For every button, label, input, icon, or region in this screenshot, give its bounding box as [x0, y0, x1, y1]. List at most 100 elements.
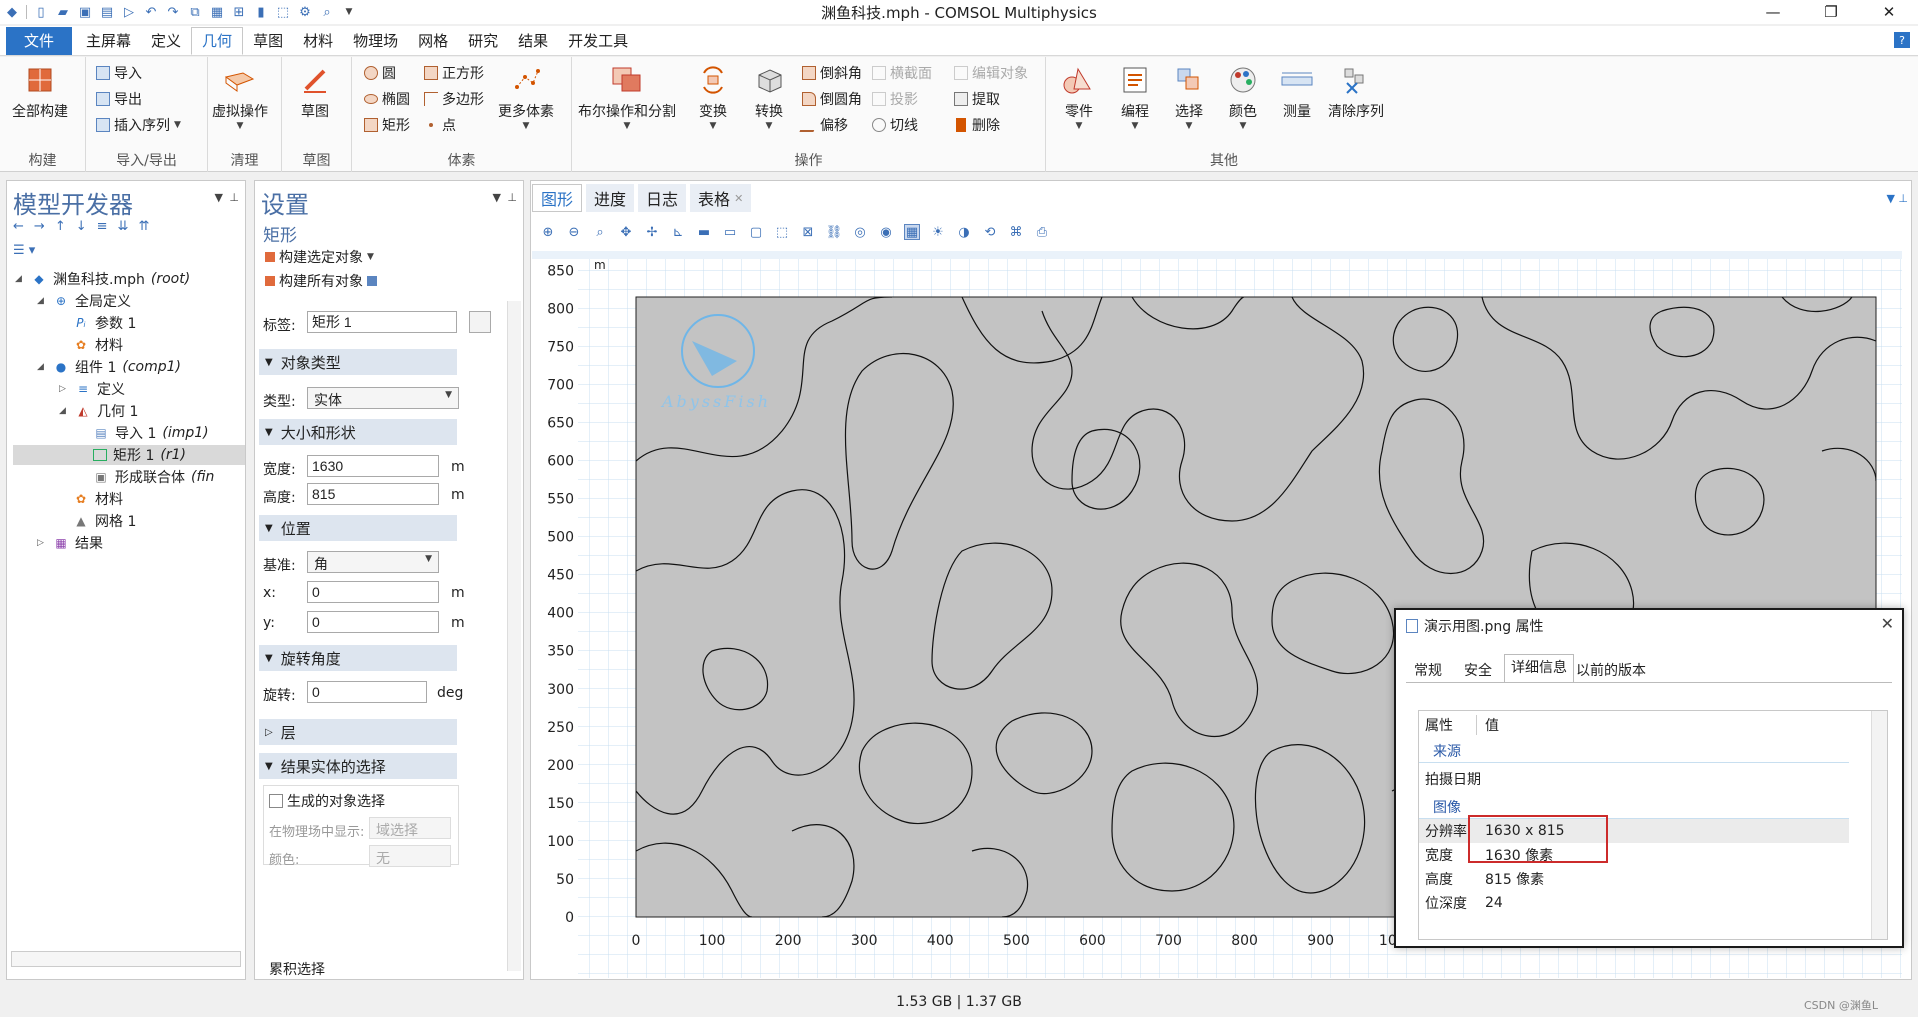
view-icon[interactable]: ▬ — [696, 224, 712, 240]
tab-table[interactable]: 表格 ✕ — [690, 184, 752, 212]
extract-button[interactable]: 提取 — [954, 89, 1000, 109]
copy-icon[interactable]: ⧉ — [187, 4, 203, 20]
offset-button[interactable]: 偏移 — [799, 115, 848, 135]
zoom-in-icon[interactable]: ⊕ — [540, 224, 556, 240]
tree-item-root[interactable]: ◢ ◆ 渊鱼科技.mph (root) — [15, 269, 190, 289]
base-select[interactable]: 角 ▼ — [307, 551, 439, 573]
section-object-type[interactable]: ▼ 对象类型 — [259, 349, 457, 375]
horizontal-scrollbar[interactable] — [11, 951, 241, 967]
import-button[interactable]: 导入 — [96, 63, 142, 83]
select-box-icon[interactable]: ⬚ — [774, 224, 790, 240]
transforms-button[interactable]: 变换 ▼ — [696, 63, 730, 131]
vertical-scrollbar[interactable] — [507, 301, 521, 971]
ellipse-button[interactable]: 椭圆 — [364, 89, 410, 109]
dialog-close-button[interactable]: ✕ — [1881, 614, 1894, 633]
chevron-down-icon[interactable]: ▼ — [341, 4, 357, 20]
rotation-input[interactable] — [307, 681, 427, 703]
arrow-right-icon[interactable]: → — [34, 219, 45, 234]
chevron-down-icon[interactable]: ▼ — [493, 191, 501, 204]
delete-icon[interactable]: ▮ — [253, 4, 269, 20]
tree-item-materials[interactable]: ✿ 材料 — [73, 489, 123, 509]
width-input[interactable] — [307, 455, 439, 477]
row-height[interactable]: 高度 815 像素 — [1419, 867, 1849, 891]
transparency-icon[interactable]: ◑ — [956, 224, 972, 240]
chamfer-button[interactable]: 倒斜角 — [802, 63, 862, 83]
tab-study[interactable]: 研究 — [458, 27, 508, 55]
circle-button[interactable]: 圆 — [364, 63, 396, 83]
help-button[interactable]: ? — [1894, 32, 1910, 48]
build-all-button[interactable]: 全部构建 — [12, 63, 68, 121]
y-input[interactable] — [307, 611, 439, 633]
save-icon[interactable]: ▣ — [77, 4, 93, 20]
collapse-icon[interactable]: ⇈ — [138, 219, 149, 234]
label-edit-button[interactable] — [469, 311, 491, 333]
pan-icon[interactable]: ✢ — [644, 224, 660, 240]
projection-button[interactable]: 投影 — [872, 89, 918, 109]
print-icon[interactable]: ⎙ — [1034, 224, 1050, 240]
row-bit-depth[interactable]: 位深度 24 — [1419, 891, 1849, 915]
tab-details[interactable]: 详细信息 — [1504, 654, 1574, 682]
parts-button[interactable]: 零件 ▼ — [1062, 63, 1096, 131]
section-position[interactable]: ▼ 位置 — [259, 515, 457, 541]
tab-results[interactable]: 结果 — [508, 27, 558, 55]
tree-item-form-union[interactable]: ▣ 形成联合体 (fin — [93, 467, 214, 487]
zoom-out-icon[interactable]: ⊖ — [566, 224, 582, 240]
tab-log[interactable]: 日志 — [638, 184, 687, 212]
tab-developer[interactable]: 开发工具 — [558, 27, 638, 55]
tab-general[interactable]: 常规 — [1408, 658, 1448, 682]
collapse-toggle-icon[interactable]: ◢ — [37, 362, 47, 372]
redo-icon[interactable]: ↷ — [165, 4, 181, 20]
tree-item-global-definitions[interactable]: ◢ ⊕ 全局定义 — [37, 291, 131, 311]
selections-button[interactable]: 选择 ▼ — [1172, 63, 1206, 131]
show-icon[interactable]: ≡ — [97, 219, 108, 234]
tree-item-rectangle[interactable]: 矩形 1 (r1) — [13, 445, 245, 465]
colors-button[interactable]: 颜色 ▼ — [1226, 63, 1260, 131]
arrow-left-icon[interactable]: ← — [13, 219, 24, 234]
tab-progress[interactable]: 进度 — [586, 184, 635, 212]
list-view-icon[interactable]: ☰ ▾ — [13, 243, 35, 258]
close-button[interactable]: ✕ — [1860, 0, 1918, 24]
section-result-selection[interactable]: ▼ 结果实体的选择 — [259, 753, 457, 779]
zoom-box-icon[interactable]: ⌕ — [592, 224, 608, 240]
tree-item-parameters[interactable]: Pᵢ 参数 1 — [73, 313, 136, 333]
axis-orientation-icon[interactable]: ⊾ — [670, 224, 686, 240]
zoom-extents-icon[interactable]: ✥ — [618, 224, 634, 240]
link-icon[interactable]: ⛓ — [826, 224, 843, 240]
height-input[interactable] — [307, 483, 439, 505]
edit-object-button[interactable]: 编辑对象 — [954, 63, 1028, 83]
save-as-icon[interactable]: ▤ — [99, 4, 115, 20]
section-rotation[interactable]: ▼ 旋转角度 — [259, 645, 457, 671]
measure-button[interactable]: 测量 — [1280, 63, 1314, 121]
square-button[interactable]: 正方形 — [424, 63, 484, 83]
new-file-icon[interactable]: ▯ — [33, 4, 49, 20]
paste-icon[interactable]: ▦ — [209, 4, 225, 20]
graphics-window-menu-icons[interactable]: ▼ ⊥ — [1886, 192, 1908, 205]
fillet-button[interactable]: 倒圆角 — [802, 89, 862, 109]
virtual-operations-button[interactable]: 虚拟操作 ▼ — [212, 63, 268, 131]
tab-home[interactable]: 主屏幕 — [76, 27, 141, 55]
clear-selection-icon[interactable]: ⊠ — [800, 224, 816, 240]
close-icon[interactable]: ✕ — [734, 192, 743, 205]
tree-item-import[interactable]: ▤ 导入 1 (imp1) — [93, 423, 208, 443]
point-button[interactable]: 点 — [424, 115, 456, 135]
tree-item-results[interactable]: ▷ ▦ 结果 — [37, 533, 103, 553]
open-folder-icon[interactable]: ▰ — [55, 4, 71, 20]
tab-file[interactable]: 文件 — [6, 26, 73, 55]
arrow-up-icon[interactable]: ↑ — [55, 219, 66, 234]
reset-view-icon[interactable]: ⟲ — [982, 224, 998, 240]
tab-graphics[interactable]: 图形 — [532, 184, 583, 212]
collapse-toggle-icon[interactable]: ◢ — [37, 296, 47, 306]
pin-icon[interactable]: ⊥ — [229, 191, 239, 204]
settings-icon[interactable]: ⚙ — [297, 4, 313, 20]
programming-button[interactable]: 编程 ▼ — [1118, 63, 1152, 131]
tab-physics[interactable]: 物理场 — [343, 27, 408, 55]
search-icon[interactable]: ⌕ — [319, 4, 335, 20]
type-select[interactable]: 实体 ▼ — [307, 387, 459, 409]
tab-materials[interactable]: 材料 — [293, 27, 343, 55]
export-button[interactable]: 导出 — [96, 89, 142, 109]
tab-geometry[interactable]: 几何 — [191, 26, 244, 55]
booleans-partitions-button[interactable]: 布尔操作和分割 ▼ — [578, 63, 676, 131]
create-selection-checkbox[interactable]: 生成的对象选择 — [269, 791, 385, 811]
show-in-physics-select[interactable]: 域选择 — [369, 817, 451, 839]
clear-sequence-button[interactable]: 清除序列 — [1328, 63, 1384, 121]
